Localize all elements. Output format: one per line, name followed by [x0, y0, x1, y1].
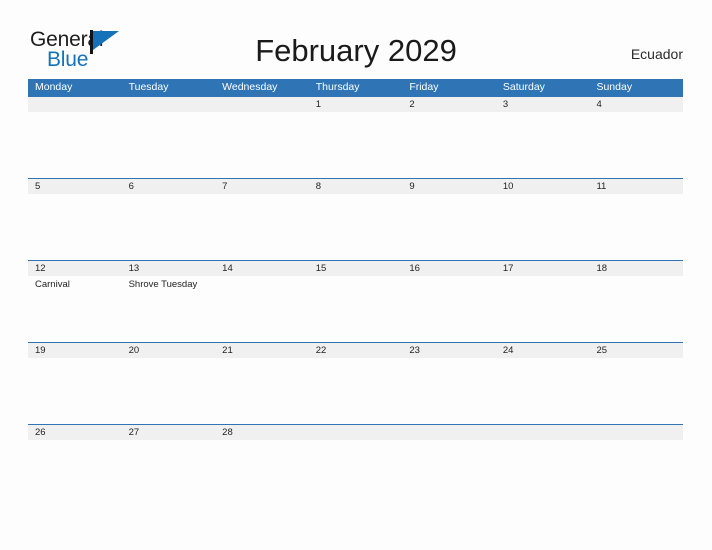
- day-event[interactable]: [122, 358, 216, 424]
- weekday-header-monday: Monday: [35, 81, 73, 93]
- day-number[interactable]: 13: [122, 261, 216, 276]
- day-event[interactable]: [122, 194, 216, 260]
- day-event[interactable]: [215, 112, 309, 178]
- day-event[interactable]: [122, 440, 216, 506]
- day-number[interactable]: 3: [496, 97, 590, 112]
- day-event[interactable]: [589, 440, 683, 506]
- country-label: Ecuador: [630, 46, 683, 62]
- day-event[interactable]: [589, 358, 683, 424]
- calendar-grid: Monday Tuesday Wednesday Thursday Friday…: [28, 79, 683, 506]
- day-number[interactable]: 18: [589, 261, 683, 276]
- weekday-header-tuesday: Tuesday: [128, 81, 169, 93]
- day-event[interactable]: [28, 358, 122, 424]
- week-date-band: 12 13 14 15 16 17 18: [28, 261, 683, 276]
- day-event[interactable]: [589, 194, 683, 260]
- day-event[interactable]: [496, 276, 590, 342]
- week-date-band: 5 6 7 8 9 10 11: [28, 179, 683, 194]
- day-number[interactable]: 4: [589, 97, 683, 112]
- day-number[interactable]: 24: [496, 343, 590, 358]
- day-number[interactable]: 5: [28, 179, 122, 194]
- weekday-header-wednesday: Wednesday: [222, 81, 278, 93]
- weekday-header-thursday: Thursday: [315, 81, 360, 93]
- day-event[interactable]: [309, 358, 403, 424]
- day-number[interactable]: 25: [589, 343, 683, 358]
- weekday-header-saturday: Saturday: [502, 81, 545, 93]
- day-event[interactable]: [309, 440, 403, 506]
- day-number[interactable]: 15: [309, 261, 403, 276]
- day-number[interactable]: 17: [496, 261, 590, 276]
- calendar-week-row: 5 6 7 8 9 10 11: [28, 178, 683, 260]
- day-event[interactable]: [122, 112, 216, 178]
- week-event-band: [28, 112, 683, 178]
- day-event[interactable]: [402, 194, 496, 260]
- day-number[interactable]: [496, 425, 590, 440]
- day-event[interactable]: [215, 276, 309, 342]
- day-number[interactable]: 11: [589, 179, 683, 194]
- day-event[interactable]: Carnival: [28, 276, 122, 342]
- calendar-week-row: 12 13 14 15 16 17 18 Carnival Shrove Tue…: [28, 260, 683, 342]
- day-event[interactable]: Shrove Tuesday: [122, 276, 216, 342]
- day-number[interactable]: [28, 97, 122, 112]
- day-event[interactable]: [402, 276, 496, 342]
- day-event[interactable]: [496, 440, 590, 506]
- day-number[interactable]: 7: [215, 179, 309, 194]
- day-number[interactable]: 9: [402, 179, 496, 194]
- day-number[interactable]: 28: [215, 425, 309, 440]
- week-event-band: [28, 440, 683, 506]
- week-event-band: [28, 358, 683, 424]
- day-event[interactable]: [402, 440, 496, 506]
- day-event[interactable]: [28, 194, 122, 260]
- day-number[interactable]: 10: [496, 179, 590, 194]
- day-number[interactable]: 27: [122, 425, 216, 440]
- weekday-header-row: Monday Tuesday Wednesday Thursday Friday…: [28, 79, 683, 96]
- day-number[interactable]: 6: [122, 179, 216, 194]
- page-title: February 2029: [255, 33, 457, 68]
- day-event[interactable]: [28, 112, 122, 178]
- weekday-header-sunday: Sunday: [596, 81, 633, 93]
- day-number[interactable]: 23: [402, 343, 496, 358]
- week-event-band: [28, 194, 683, 260]
- calendar-week-row: 19 20 21 22 23 24 25: [28, 342, 683, 424]
- day-event[interactable]: [28, 440, 122, 506]
- day-number[interactable]: [215, 97, 309, 112]
- day-event[interactable]: [309, 194, 403, 260]
- week-event-band: Carnival Shrove Tuesday: [28, 276, 683, 342]
- week-date-band: 26 27 28: [28, 425, 683, 440]
- day-number[interactable]: [402, 425, 496, 440]
- day-event[interactable]: [402, 358, 496, 424]
- page-header: General Blue February 2029 Ecuador: [0, 0, 712, 78]
- day-number[interactable]: 16: [402, 261, 496, 276]
- day-number[interactable]: 26: [28, 425, 122, 440]
- week-date-band: 1 2 3 4: [28, 97, 683, 112]
- day-event[interactable]: [215, 358, 309, 424]
- day-event[interactable]: [496, 358, 590, 424]
- day-number[interactable]: [309, 425, 403, 440]
- day-number[interactable]: 12: [28, 261, 122, 276]
- day-number[interactable]: 14: [215, 261, 309, 276]
- calendar-week-row: 26 27 28: [28, 424, 683, 506]
- calendar-week-row: 1 2 3 4: [28, 96, 683, 178]
- day-number[interactable]: 21: [215, 343, 309, 358]
- day-number[interactable]: [122, 97, 216, 112]
- day-number[interactable]: 8: [309, 179, 403, 194]
- day-event[interactable]: [309, 112, 403, 178]
- day-event[interactable]: [215, 440, 309, 506]
- day-event[interactable]: [402, 112, 496, 178]
- day-event[interactable]: [496, 194, 590, 260]
- day-number[interactable]: 22: [309, 343, 403, 358]
- day-number[interactable]: 19: [28, 343, 122, 358]
- day-number[interactable]: [589, 425, 683, 440]
- day-event[interactable]: [589, 112, 683, 178]
- day-event[interactable]: [215, 194, 309, 260]
- week-date-band: 19 20 21 22 23 24 25: [28, 343, 683, 358]
- weekday-header-friday: Friday: [409, 81, 439, 93]
- day-number[interactable]: 1: [309, 97, 403, 112]
- day-event[interactable]: [496, 112, 590, 178]
- day-number[interactable]: 20: [122, 343, 216, 358]
- day-event[interactable]: [309, 276, 403, 342]
- day-number[interactable]: 2: [402, 97, 496, 112]
- day-event[interactable]: [589, 276, 683, 342]
